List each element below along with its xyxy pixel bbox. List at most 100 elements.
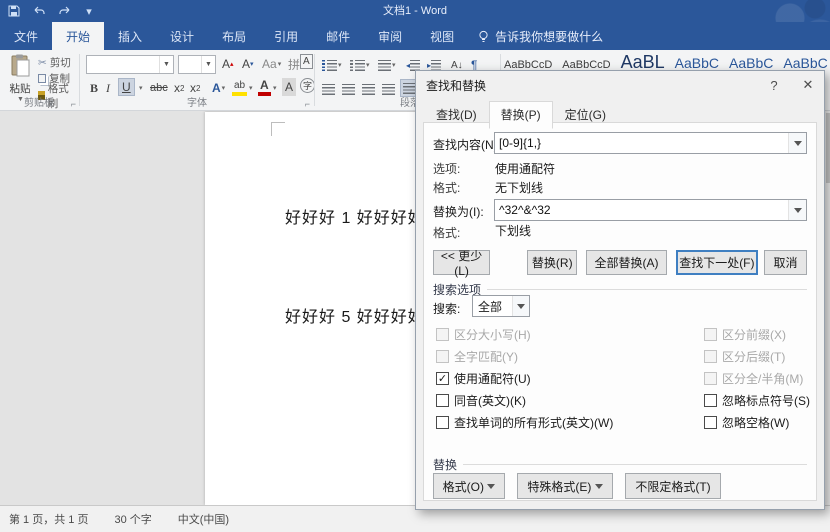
find-what-chevron-down-icon[interactable] (788, 133, 806, 153)
change-case-button[interactable]: Aa▾ (260, 55, 283, 73)
search-direction-chevron-down-icon[interactable] (512, 296, 529, 316)
language-indicator[interactable]: 中文(中国) (178, 511, 229, 527)
checkbox-find-all-word-forms[interactable]: 查找单词的所有形式(英文)(W) (436, 414, 613, 431)
dialog-page: 查找内容(N): 选项: 使用通配符 格式: 无下划线 替换为(I): 格式: … (423, 122, 817, 501)
cut-button[interactable]: ✂剪切 (38, 55, 71, 70)
checkbox-icon (704, 350, 717, 363)
character-border-button[interactable]: A (300, 54, 313, 69)
window-title: 文档1 - Word (0, 0, 830, 22)
checkbox-use-wildcards[interactable]: 使用通配符(U) (436, 370, 531, 387)
scrollbar-thumb[interactable] (826, 113, 830, 183)
word-count[interactable]: 30 个字 (114, 511, 151, 527)
cancel-button[interactable]: 取消 (764, 250, 807, 275)
shrink-font-button[interactable]: A▾ (240, 55, 256, 73)
replace-with-combobox[interactable] (494, 199, 807, 221)
tab-references[interactable]: 引用 (260, 22, 312, 50)
bullet-list-button[interactable]: ▾ (320, 56, 344, 74)
dialog-close-icon[interactable]: ✕ (792, 71, 824, 99)
find-format-label: 格式: (433, 179, 460, 196)
checkbox-sounds-like[interactable]: 同音(英文)(K) (436, 392, 526, 409)
checkbox-ignore-punctuation[interactable]: 忽略标点符号(S) (704, 392, 810, 409)
replace-with-input[interactable] (495, 203, 788, 217)
replace-with-label: 替换为(I): (433, 203, 484, 220)
font-group-label: 字体 (82, 94, 312, 109)
checkbox-match-case[interactable]: 区分大小写(H) (436, 326, 531, 343)
replace-group-label: 替换 (433, 456, 807, 473)
underline-chevron-down-icon[interactable]: ▾ (139, 84, 143, 92)
format-menu-button[interactable]: 格式(O) (433, 473, 505, 499)
checkbox-icon (704, 394, 717, 407)
tab-layout[interactable]: 布局 (208, 22, 260, 50)
checkbox-icon (704, 416, 717, 429)
lightbulb-icon (478, 30, 489, 43)
font-size-combobox[interactable]: ▼ (178, 55, 216, 74)
find-next-button[interactable]: 查找下一处(F) (676, 250, 758, 275)
tab-file[interactable]: 文件 (0, 22, 52, 50)
no-formatting-button[interactable]: 不限定格式(T) (625, 473, 721, 499)
enclose-characters-button[interactable]: 字 (300, 78, 315, 93)
copy-icon (38, 74, 46, 83)
font-group: ▼ ▼ A▴ A▾ Aa▾ 拼 A B I U ▾ abc x2 x2 A▾ a… (82, 50, 312, 110)
search-direction-value: 全部 (478, 298, 502, 315)
tell-me-box[interactable]: 告诉我你想要做什么 (468, 22, 613, 50)
tab-find[interactable]: 查找(D) (424, 101, 489, 129)
replace-button[interactable]: 替换(R) (527, 250, 577, 275)
style-item[interactable]: AaBbC (783, 55, 827, 71)
clipboard-group: 粘贴 ▼ ✂剪切 复制 格式刷 剪贴板 ⌐ (0, 50, 78, 110)
chevron-down-icon (595, 484, 603, 489)
search-direction-dropdown[interactable]: 全部 (472, 295, 530, 317)
highlight-chevron-down-icon[interactable]: ▾ (249, 84, 253, 92)
tab-view[interactable]: 视图 (416, 22, 468, 50)
checkbox-icon (704, 328, 717, 341)
tab-replace[interactable]: 替换(P) (489, 101, 553, 129)
checkbox-icon (436, 416, 449, 429)
tab-home[interactable]: 开始 (52, 22, 104, 50)
options-label: 选项: (433, 160, 460, 177)
checkbox-ignore-whitespace[interactable]: 忽略空格(W) (704, 414, 789, 431)
style-item[interactable]: AaBbC (675, 55, 719, 71)
checkbox-match-suffix[interactable]: 区分后缀(T) (704, 348, 785, 365)
find-what-combobox[interactable] (494, 132, 807, 154)
find-format-value: 无下划线 (495, 179, 543, 196)
checkbox-match-prefix[interactable]: 区分前缀(X) (704, 326, 786, 343)
page-indicator[interactable]: 第 1 页，共 1 页 (9, 511, 88, 527)
dialog-main-buttons: << 更少(L) 替换(R) 全部替换(A) 查找下一处(F) 取消 (433, 250, 807, 275)
replace-all-button[interactable]: 全部替换(A) (586, 250, 666, 275)
options-value: 使用通配符 (495, 160, 555, 177)
scissors-icon: ✂ (38, 57, 47, 69)
document-text[interactable]: 好好好 1 好好好好 好好好 5 好好好好 (285, 136, 425, 400)
margin-corner-mark (271, 122, 285, 136)
title-bar: ▾ 文档1 - Word (0, 0, 830, 22)
grow-font-button[interactable]: A▴ (220, 55, 236, 73)
tab-insert[interactable]: 插入 (104, 22, 156, 50)
tab-review[interactable]: 审阅 (364, 22, 416, 50)
clipboard-icon (11, 54, 30, 78)
clipboard-group-label: 剪贴板 (0, 94, 78, 109)
font-dialog-launcher-icon[interactable]: ⌐ (305, 99, 310, 109)
ribbon-tab-row: 文件 开始 插入 设计 布局 引用 邮件 审阅 视图 告诉我你想要做什么 (0, 22, 830, 50)
find-replace-dialog: 查找和替换 ? ✕ 查找(D) 替换(P) 定位(G) 查找内容(N): 选项:… (415, 70, 825, 510)
special-format-menu-button[interactable]: 特殊格式(E) (517, 473, 613, 499)
checkbox-icon (436, 328, 449, 341)
less-button[interactable]: << 更少(L) (433, 250, 490, 275)
find-what-input[interactable] (495, 136, 788, 150)
font-color-chevron-down-icon[interactable]: ▾ (273, 84, 277, 92)
tab-design[interactable]: 设计 (156, 22, 208, 50)
checkbox-icon (436, 350, 449, 363)
checkbox-whole-words[interactable]: 全字匹配(Y) (436, 348, 518, 365)
tab-goto[interactable]: 定位(G) (553, 101, 618, 129)
style-item[interactable]: AaBbC (729, 55, 773, 71)
dialog-help-button[interactable]: ? (758, 71, 790, 99)
font-name-combobox[interactable]: ▼ (86, 55, 174, 74)
group-separator (79, 54, 80, 106)
word-window: ▾ 文档1 - Word 文件 开始 插入 设计 布局 引用 邮件 审阅 视图 … (0, 0, 830, 532)
replace-with-chevron-down-icon[interactable] (788, 200, 806, 220)
multilevel-list-button[interactable]: ▾ (376, 56, 398, 74)
tab-mailings[interactable]: 邮件 (312, 22, 364, 50)
clipboard-dialog-launcher-icon[interactable]: ⌐ (71, 99, 76, 109)
search-direction-label: 搜索: (433, 300, 460, 317)
replace-format-value: 下划线 (495, 222, 531, 239)
replace-format-label: 格式: (433, 224, 460, 241)
numbered-list-button[interactable]: ▾ (348, 56, 372, 74)
checkbox-match-full-half-width[interactable]: 区分全/半角(M) (704, 370, 803, 387)
